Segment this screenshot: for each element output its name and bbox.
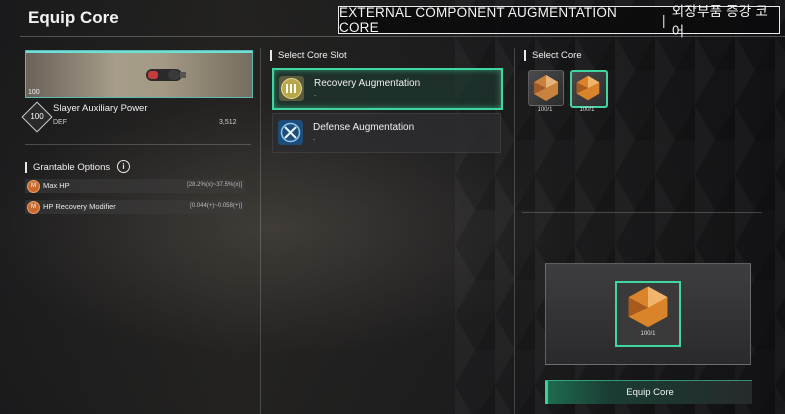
option-m-icon: M [27, 180, 40, 193]
column-divider-right [514, 48, 515, 414]
header-divider [20, 36, 785, 37]
option-value: [28.2%(x)~37.5%(x)] [187, 182, 242, 188]
orange-core-gem-icon [628, 286, 668, 328]
slot-recovery-augmentation[interactable]: Recovery Augmentation - [272, 68, 503, 110]
item-card: 100 [25, 50, 253, 98]
item-stat-label: DEF [53, 119, 67, 126]
defense-slot-icon [278, 120, 303, 145]
column-divider-left [260, 48, 261, 414]
core-count: 100/1 [579, 107, 595, 113]
item-stat-value: 3,512 [219, 119, 237, 126]
core-option-1[interactable] [528, 70, 564, 106]
select-core-slot-title: Select Core Slot [270, 50, 347, 61]
item-card-level: 100 [28, 89, 40, 96]
info-icon[interactable]: i [117, 160, 130, 173]
recovery-slot-icon [279, 76, 304, 101]
event-banner-text: EXTERNAL COMPONENT AUGMENTATION CORE [339, 5, 617, 35]
select-core-title: Select Core [524, 50, 582, 61]
right-divider [522, 212, 762, 213]
item-card-glow [26, 51, 252, 53]
preview-core-count: 100/1 [640, 331, 656, 337]
event-banner-separator: | [662, 12, 666, 28]
core-count: 100/1 [537, 107, 553, 113]
preview-core-slot: 100/1 [615, 281, 681, 347]
option-row: M Max HP [28.2%(x)~37.5%(x)] [25, 179, 245, 193]
item-name: Slayer Auxiliary Power [53, 103, 148, 114]
slot-defense-augmentation[interactable]: Defense Augmentation - [272, 113, 501, 153]
slot-name: Defense Augmentation [313, 122, 415, 133]
event-banner-korean: 외장부품 증강 코어 [671, 4, 768, 39]
slot-status: - [314, 93, 317, 100]
option-m-icon: M [27, 201, 40, 214]
auxiliary-power-part-icon [146, 69, 186, 81]
slot-status: - [313, 137, 316, 144]
event-banner: EXTERNAL COMPONENT AUGMENTATION CORE | 외… [338, 4, 780, 39]
left-divider [25, 144, 251, 145]
orange-core-gem-icon [534, 75, 558, 101]
option-value: [0.044(+)~0.058(+)] [190, 203, 242, 209]
equip-core-button[interactable]: Equip Core [545, 380, 752, 404]
page-title: Equip Core [28, 8, 119, 27]
option-name: HP Recovery Modifier [43, 202, 116, 211]
option-name: Max HP [43, 181, 70, 190]
slot-name: Recovery Augmentation [314, 78, 421, 89]
core-option-2[interactable] [570, 70, 608, 108]
item-level: 100 [30, 112, 44, 121]
core-preview: 100/1 [545, 263, 751, 365]
option-row: M HP Recovery Modifier [0.044(+)~0.058(+… [25, 200, 245, 214]
grantable-options-title: Grantable Options [25, 162, 110, 173]
orange-core-gem-icon [576, 75, 600, 101]
